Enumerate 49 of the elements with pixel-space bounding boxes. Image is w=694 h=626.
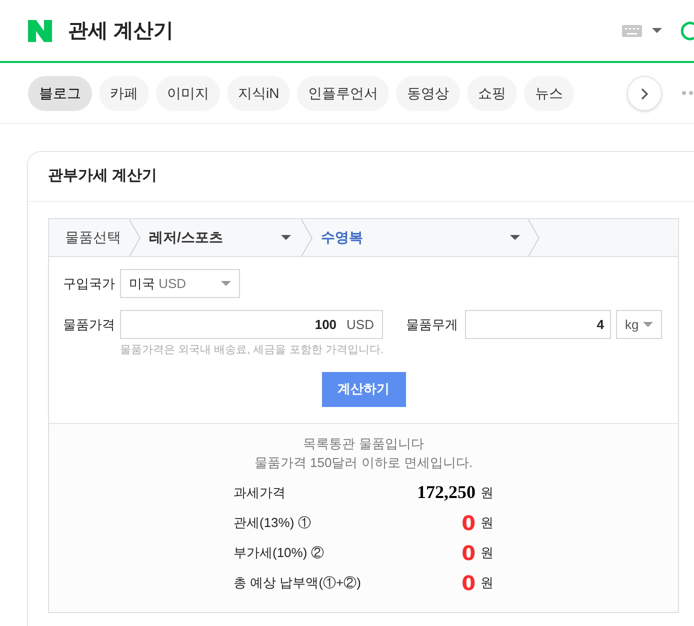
tab[interactable]: 인플루언서 [297, 76, 390, 110]
keyboard-button[interactable] [622, 24, 662, 36]
result-label: 총 예상 납부액(①+②) [234, 574, 362, 592]
page-title: 관세 계산기 [68, 18, 174, 44]
currency-unit: 원 [480, 514, 494, 532]
chevron-divider-icon [301, 218, 313, 256]
unit-dropdown[interactable]: kg [616, 310, 662, 339]
result-message: 물품가격 150달러 이하로 면세입니다. [253, 454, 474, 472]
more-icon[interactable] [682, 91, 693, 95]
currency-unit: 원 [480, 544, 494, 562]
breadcrumb-label: 물품선택 [64, 228, 122, 247]
price-field[interactable]: 100 USD [120, 310, 383, 339]
caret-icon [221, 281, 231, 286]
next-button[interactable] [627, 76, 662, 111]
caret-icon [510, 235, 520, 240]
tab[interactable]: 이미지 [156, 76, 220, 110]
field-label: 물품무게 [406, 316, 457, 334]
card-title: 관부가세 계산기 [48, 166, 158, 186]
result-label: 과세가격 [234, 484, 286, 502]
chevron-right-icon [640, 88, 648, 100]
caret-icon [652, 28, 662, 33]
chevron-divider-icon [528, 218, 540, 256]
weight-field[interactable]: 4 [465, 310, 611, 339]
result-label: 부가세(10%) ② [234, 544, 325, 562]
logo-icon[interactable] [28, 20, 52, 42]
field-label: 물품가격 [63, 316, 114, 334]
caret-icon [281, 235, 291, 240]
tab[interactable]: 뉴스 [524, 76, 574, 110]
keyboard-icon [622, 24, 642, 36]
currency-unit: 원 [480, 574, 494, 592]
price-hint: 물품가격은 외국내 배송료, 세금을 포함한 가격입니다. [120, 343, 384, 358]
result-value: 0 [462, 510, 476, 536]
result-value: 172,250 [417, 481, 476, 504]
chevron-divider-icon [129, 218, 141, 256]
result-message: 목록통관 물품입니다 [302, 434, 425, 452]
tab[interactable]: 지식iN [227, 76, 290, 110]
result-value: 0 [462, 540, 476, 566]
tab[interactable]: 카페 [99, 76, 149, 110]
category-dropdown[interactable]: 레저/스포츠 [141, 219, 301, 256]
item-dropdown[interactable]: 수영복 [313, 219, 528, 256]
currency-unit: 원 [480, 484, 494, 502]
tab[interactable]: 쇼핑 [467, 76, 518, 110]
field-label: 구입국가 [63, 274, 114, 293]
country-dropdown[interactable]: 미국 USD [120, 269, 240, 298]
caret-icon [643, 322, 653, 327]
tab[interactable]: 블로그 [28, 76, 92, 110]
result-value: 0 [462, 570, 476, 596]
tab[interactable]: 동영상 [396, 76, 460, 110]
result-label: 관세(13%) ① [234, 514, 312, 532]
